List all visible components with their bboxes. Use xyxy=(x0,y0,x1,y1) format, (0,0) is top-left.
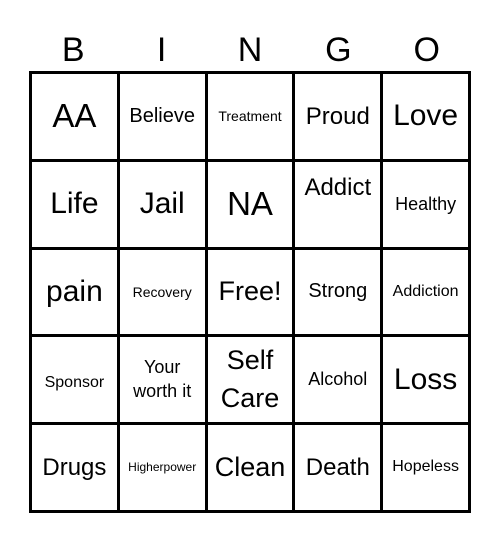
cell-text: Treatment xyxy=(218,108,282,125)
bingo-cell[interactable]: Treatment xyxy=(207,74,296,162)
cell-text: Free! xyxy=(218,276,282,307)
header-letter-n: N xyxy=(237,31,263,69)
bingo-cell[interactable]: Hopeless xyxy=(383,425,471,513)
cell-text: pain xyxy=(46,274,103,308)
bingo-cell[interactable]: Recovery xyxy=(119,249,208,338)
cell-text: Recovery xyxy=(132,283,192,300)
bingo-board: AA Believe Treatment Proud Love Life Jai… xyxy=(29,71,471,513)
cell-text: Clean xyxy=(214,452,286,483)
cell-text: Love xyxy=(393,99,459,133)
header-letter-o: O xyxy=(413,31,440,69)
bingo-cell[interactable]: Self Care xyxy=(207,337,296,426)
bingo-cell[interactable]: Proud xyxy=(295,74,384,162)
bingo-cell[interactable]: Sponsor xyxy=(32,337,120,426)
bingo-cell[interactable]: Clean xyxy=(207,425,296,513)
header-letter-b: B xyxy=(61,31,85,69)
bingo-cell[interactable]: Jail xyxy=(119,161,208,250)
cell-text: Death xyxy=(305,453,370,481)
bingo-cell[interactable]: Alcohol xyxy=(295,337,384,426)
cell-text: Your worth it xyxy=(133,357,192,401)
cell-text: Strong xyxy=(308,280,368,303)
bingo-cell[interactable]: Addiction xyxy=(383,249,471,338)
cell-text: Life xyxy=(50,186,99,220)
bingo-cell[interactable]: Love xyxy=(383,74,471,162)
cell-text: Higherpower xyxy=(128,459,197,474)
bingo-cell[interactable]: Higherpower xyxy=(119,425,208,513)
bingo-cell[interactable]: Healthy xyxy=(383,161,471,250)
bingo-cell[interactable]: Strong xyxy=(295,249,384,338)
bingo-cell[interactable]: Free! xyxy=(207,249,296,338)
cell-text: Proud xyxy=(305,102,370,130)
cell-text: Drugs xyxy=(42,453,107,481)
cell-text: Self Care xyxy=(220,344,280,413)
bingo-cell[interactable]: Addict xyxy=(295,161,384,250)
cell-text: Healthy xyxy=(395,193,457,214)
cell-text: Hopeless xyxy=(392,458,459,476)
cell-text: Addict xyxy=(304,173,372,201)
cell-text: Jail xyxy=(139,186,185,220)
bingo-cell[interactable]: Your worth it xyxy=(119,337,208,426)
cell-text: Sponsor xyxy=(44,373,105,391)
bingo-header: B I N G O xyxy=(29,28,471,72)
bingo-cell[interactable]: Death xyxy=(295,425,384,513)
bingo-cell[interactable]: pain xyxy=(32,249,120,338)
bingo-cell[interactable]: NA xyxy=(207,161,296,250)
header-letter-i: I xyxy=(156,31,167,69)
bingo-cell[interactable]: Drugs xyxy=(32,425,120,513)
cell-text: AA xyxy=(52,97,97,135)
bingo-cell[interactable]: Loss xyxy=(383,337,471,426)
header-letter-g: G xyxy=(325,31,352,69)
cell-text: NA xyxy=(227,185,273,223)
cell-text: Addiction xyxy=(392,282,459,300)
cell-text: Loss xyxy=(393,362,458,396)
bingo-cell[interactable]: Believe xyxy=(119,74,208,162)
cell-text: Believe xyxy=(129,104,195,127)
bingo-cell[interactable]: Life xyxy=(32,161,120,250)
bingo-cell[interactable]: AA xyxy=(32,74,120,162)
cell-text: Alcohol xyxy=(308,369,368,390)
